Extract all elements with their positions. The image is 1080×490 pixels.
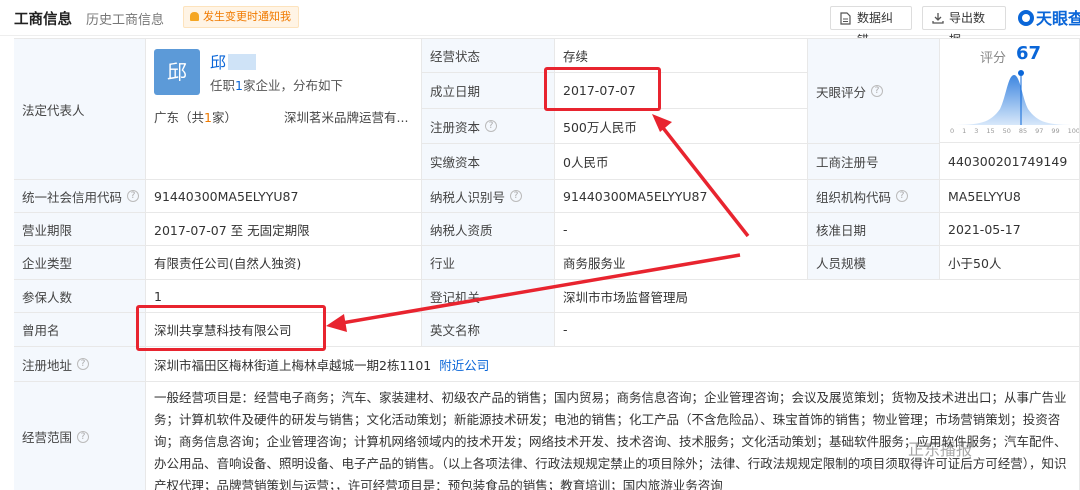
arrow-head-former-name (326, 314, 347, 332)
arrow-head-found-date (652, 114, 672, 132)
watermark: 正东播报 (908, 440, 973, 459)
arrow-to-former-name (335, 253, 741, 326)
arrow-to-found-date (658, 122, 750, 238)
annotation-arrows (326, 114, 750, 332)
